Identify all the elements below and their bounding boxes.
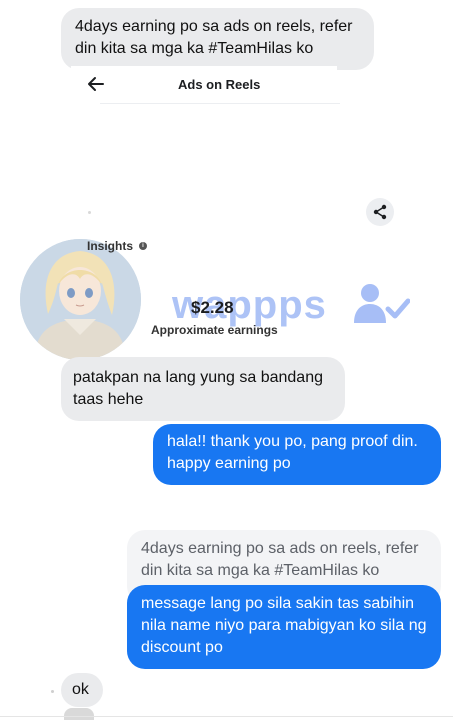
screenshot-title: Ads on Reels: [178, 77, 261, 92]
decorative-dot: [51, 690, 54, 693]
incoming-message[interactable]: 4days earning po sa ads on reels, refer …: [61, 8, 374, 70]
message-text: 4days earning po sa ads on reels, refer …: [75, 18, 353, 57]
earnings-label: Approximate earnings: [151, 323, 278, 337]
message-text: ok: [72, 681, 89, 698]
incoming-message[interactable]: ok: [61, 673, 103, 707]
reaction-icon: [64, 708, 94, 720]
share-icon[interactable]: [366, 198, 394, 226]
decorative-dot: [88, 211, 91, 214]
divider: [100, 103, 340, 104]
message-text: message lang po sila sakin tas sabihin n…: [141, 595, 427, 656]
back-arrow-icon[interactable]: [86, 74, 106, 94]
info-icon: i: [139, 242, 147, 250]
user-check-icon: [352, 283, 411, 327]
outgoing-message[interactable]: hala!! thank you po, pang proof din. hap…: [153, 424, 441, 485]
insights-label: Insights: [87, 239, 134, 253]
incoming-message[interactable]: patakpan na lang yung sa bandang taas he…: [61, 357, 345, 421]
divider: [0, 716, 453, 717]
earnings-value: $2.28: [191, 298, 234, 317]
sender-avatar[interactable]: [20, 239, 141, 360]
outgoing-message[interactable]: message lang po sila sakin tas sabihin n…: [127, 585, 441, 669]
message-text: hala!! thank you po, pang proof din. hap…: [167, 433, 418, 472]
quoted-text: 4days earning po sa ads on reels, refer …: [141, 540, 419, 579]
message-text: patakpan na lang yung sa bandang taas he…: [73, 369, 323, 408]
